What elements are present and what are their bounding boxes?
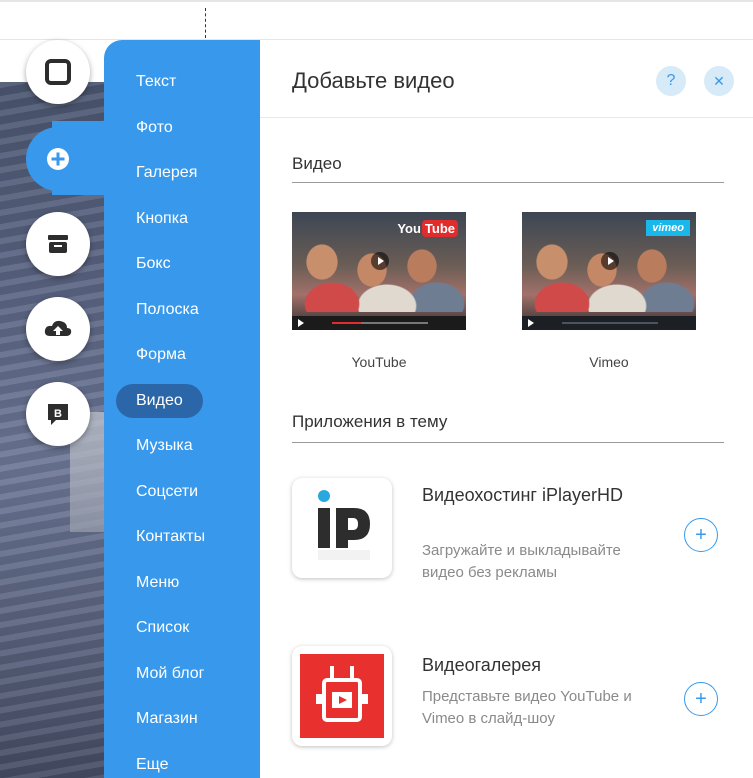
upload-icon (44, 320, 72, 336)
video-gallery-logo-icon (300, 654, 384, 738)
menu-item[interactable]: Полоска (116, 293, 219, 327)
blog-icon: B (48, 404, 68, 425)
menu-item[interactable]: Музыка (116, 429, 213, 463)
progress-fill (332, 322, 361, 324)
iplayerhd-logo-icon (318, 490, 370, 560)
menu-item[interactable]: Текст (116, 65, 196, 99)
youtube-label: YouTube (351, 354, 407, 370)
menu-item[interactable]: Контакты (116, 520, 225, 554)
video-gallery-app-description: Представьте видео YouTube и Vimeo в слай… (422, 688, 632, 727)
background-button[interactable] (26, 40, 90, 104)
menu-item[interactable]: Соцсети (116, 475, 218, 509)
editor-topbar (0, 0, 753, 40)
play-icon (528, 319, 534, 327)
close-button[interactable]: ✕ (704, 66, 734, 96)
menu-item[interactable]: Еще (116, 748, 189, 778)
video-gallery-app-name: Видеогалерея (422, 655, 542, 675)
vimeo-logo: vimeo (646, 220, 690, 236)
menu-item[interactable]: Галерея (116, 156, 217, 190)
help-icon: ? (666, 72, 676, 89)
youtube-logo: You Tube (397, 220, 458, 237)
menu-item[interactable]: Магазин (116, 702, 218, 736)
plus-icon: + (695, 524, 707, 546)
apps-section-title: Приложения в тему (292, 412, 448, 431)
store-button[interactable] (26, 212, 90, 276)
play-icon (371, 252, 389, 270)
menu-item[interactable]: Фото (116, 111, 193, 145)
vimeo-video-thumbnail[interactable]: vimeo (522, 212, 696, 330)
video-gallery-app-icon[interactable] (292, 646, 392, 746)
menu-item[interactable]: Форма (116, 338, 206, 372)
canvas-guide-line (205, 8, 206, 38)
iplayerhd-app-description: Загружайте и выкладывайте видео без рекл… (422, 542, 621, 581)
plus-icon: + (695, 688, 707, 710)
upload-button[interactable] (26, 297, 90, 361)
add-video-panel: Добавьте видео ? ✕ Видео You Tube YouTube… (260, 40, 753, 778)
section-divider (292, 442, 724, 443)
add-iplayerhd-button[interactable]: + (684, 518, 718, 552)
blog-button[interactable]: B (26, 382, 90, 446)
progress-track (562, 322, 658, 324)
panel-title: Добавьте видео (292, 68, 455, 93)
vimeo-label: Vimeo (589, 354, 629, 370)
menu-item[interactable]: Меню (116, 566, 199, 600)
youtube-video-thumbnail[interactable]: You Tube (292, 212, 466, 330)
add-button[interactable] (26, 127, 90, 191)
store-icon (48, 235, 68, 253)
close-icon: ✕ (713, 72, 725, 89)
help-button[interactable]: ? (656, 66, 686, 96)
iplayerhd-app-icon[interactable] (292, 478, 392, 578)
menu-item[interactable]: Видео (116, 383, 203, 418)
add-icon (47, 148, 69, 170)
panel-header: Добавьте видео ? ✕ (260, 40, 753, 118)
menu-item[interactable]: Список (116, 611, 209, 645)
menu-item[interactable]: Бокс (116, 247, 191, 281)
background-icon (45, 59, 71, 85)
play-icon (298, 319, 304, 327)
svg-text:B: B (54, 408, 62, 420)
add-video-gallery-button[interactable]: + (684, 682, 718, 716)
menu-item[interactable]: Мой блог (116, 657, 224, 691)
add-panel-category-menu: Текст Фото Галерея Кнопка Бокс Полоска Форма Ви… (104, 40, 260, 778)
section-divider (292, 182, 724, 183)
menu-item[interactable]: Кнопка (116, 202, 208, 236)
play-icon (601, 252, 619, 270)
video-section-title: Видео (292, 154, 342, 173)
iplayerhd-app-name: Видеохостинг iPlayerHD (422, 485, 624, 505)
